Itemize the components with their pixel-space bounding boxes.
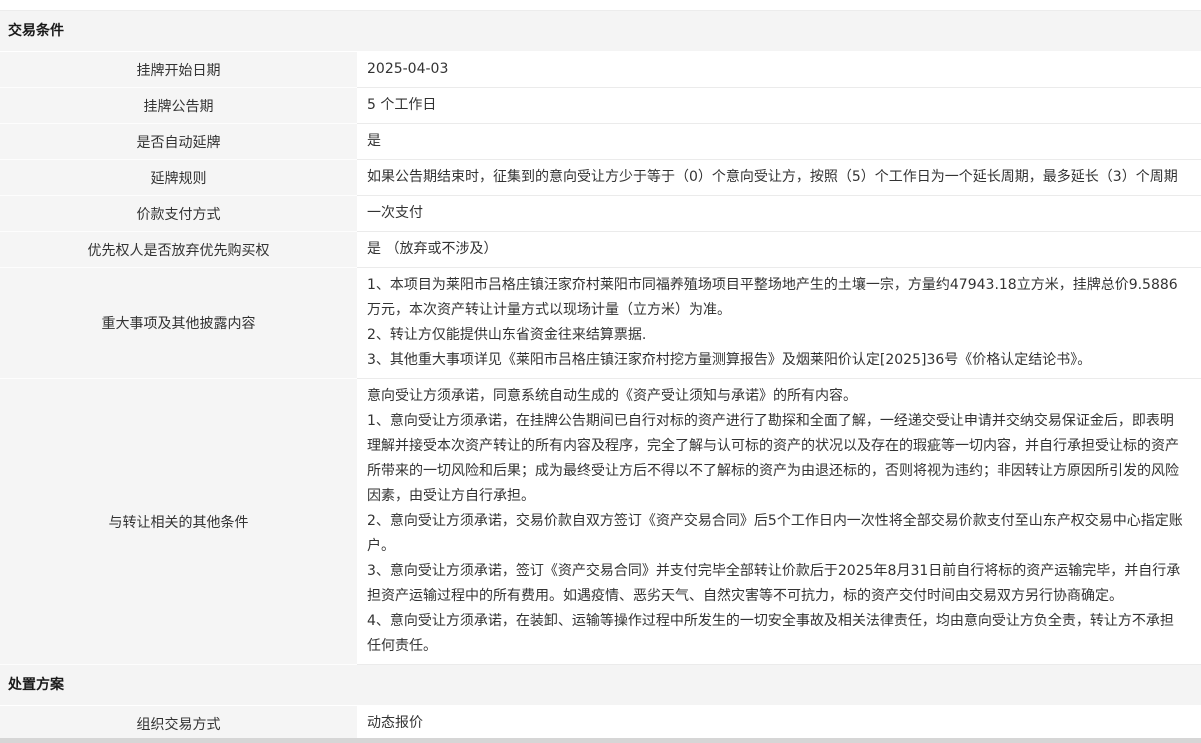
field-value: 如果公告期结束时，征集到的意向受让方少于等于（0）个意向受让方，按照（5）个工作…: [357, 160, 1201, 196]
field-value-text: 5 个工作日: [367, 88, 1186, 123]
field-value-text: 动态报价: [367, 706, 1186, 741]
field-value: 动态报价: [357, 706, 1201, 742]
field-value-paragraph: 意向受让方须承诺，同意系统自动生成的《资产受让须知与承诺》的所有内容。: [367, 384, 1186, 409]
field-value: 一次支付: [357, 196, 1201, 232]
field-value-text: 是 （放弃或不涉及）: [367, 232, 1186, 267]
field-value-paragraph: 3、其他重大事项详见《莱阳市吕格庄镇汪家夼村挖方量测算报告》及烟莱阳价认定[20…: [367, 348, 1186, 373]
field-label: 挂牌开始日期: [0, 52, 357, 88]
field-value-paragraph: 1、意向受让方须承诺，在挂牌公告期间已自行对标的资产进行了勘探和全面了解，一经递…: [367, 409, 1186, 509]
field-value-paragraph: 4、意向受让方须承诺，在装卸、运输等操作过程中所发生的一切安全事故及相关法律责任…: [367, 609, 1186, 659]
field-label: 延牌规则: [0, 160, 357, 196]
section-title: 交易条件: [8, 23, 64, 39]
field-value-paragraph: 3、意向受让方须承诺，签订《资产交易合同》并支付完毕全部转让价款后于2025年8…: [367, 559, 1186, 609]
field-value: 2025-04-03: [357, 52, 1201, 88]
transaction-conditions-table: 交易条件 挂牌开始日期 2025-04-03 挂牌公告期 5 个工作日 是否自动…: [0, 10, 1201, 742]
field-label: 组织交易方式: [0, 706, 357, 742]
field-value: 是: [357, 124, 1201, 160]
field-label: 价款支付方式: [0, 196, 357, 232]
table-row-transaction-organization-method: 组织交易方式 动态报价: [0, 706, 1201, 742]
field-label: 是否自动延牌: [0, 124, 357, 160]
field-value: 1、本项目为莱阳市吕格庄镇汪家夼村莱阳市同福养殖场项目平整场地产生的土壤一宗，方…: [357, 268, 1201, 379]
field-label: 挂牌公告期: [0, 88, 357, 124]
table-row-auto-extension: 是否自动延牌 是: [0, 124, 1201, 160]
field-label: 优先权人是否放弃优先购买权: [0, 232, 357, 268]
field-value: 5 个工作日: [357, 88, 1201, 124]
field-value-text: 如果公告期结束时，征集到的意向受让方少于等于（0）个意向受让方，按照（5）个工作…: [367, 160, 1186, 195]
field-value: 意向受让方须承诺，同意系统自动生成的《资产受让须知与承诺》的所有内容。 1、意向…: [357, 379, 1201, 665]
field-value-paragraph: 2、意向受让方须承诺，交易价款自双方签订《资产交易合同》后5个工作日内一次性将全…: [367, 509, 1186, 559]
section-title: 处置方案: [8, 677, 64, 693]
table-row-preemptive-right-waiver: 优先权人是否放弃优先购买权 是 （放弃或不涉及）: [0, 232, 1201, 268]
field-label: 重大事项及其他披露内容: [0, 268, 357, 379]
field-value-text: 是: [367, 124, 1186, 159]
table-row-major-matters-disclosure: 重大事项及其他披露内容 1、本项目为莱阳市吕格庄镇汪家夼村莱阳市同福养殖场项目平…: [0, 268, 1201, 379]
field-value-paragraph: 1、本项目为莱阳市吕格庄镇汪家夼村莱阳市同福养殖场项目平整场地产生的土壤一宗，方…: [367, 273, 1186, 323]
table-row-extension-rule: 延牌规则 如果公告期结束时，征集到的意向受让方少于等于（0）个意向受让方，按照（…: [0, 160, 1201, 196]
field-value-text: 一次支付: [367, 196, 1186, 231]
bottom-divider: [0, 738, 1201, 743]
field-value: 是 （放弃或不涉及）: [357, 232, 1201, 268]
table-row-payment-method: 价款支付方式 一次支付: [0, 196, 1201, 232]
table-row-listing-announcement-period: 挂牌公告期 5 个工作日: [0, 88, 1201, 124]
section-header-transaction-conditions: 交易条件: [0, 11, 1201, 52]
listing-detail-page: 交易条件 挂牌开始日期 2025-04-03 挂牌公告期 5 个工作日 是否自动…: [0, 0, 1201, 743]
table-row-other-transfer-conditions: 与转让相关的其他条件 意向受让方须承诺，同意系统自动生成的《资产受让须知与承诺》…: [0, 379, 1201, 665]
field-value-text: 2025-04-03: [367, 52, 1186, 87]
section-header-disposal-plan: 处置方案: [0, 665, 1201, 706]
field-value-paragraph: 2、转让方仅能提供山东省资金往来结算票据.: [367, 323, 1186, 348]
field-label: 与转让相关的其他条件: [0, 379, 357, 665]
table-row-listing-start-date: 挂牌开始日期 2025-04-03: [0, 52, 1201, 88]
